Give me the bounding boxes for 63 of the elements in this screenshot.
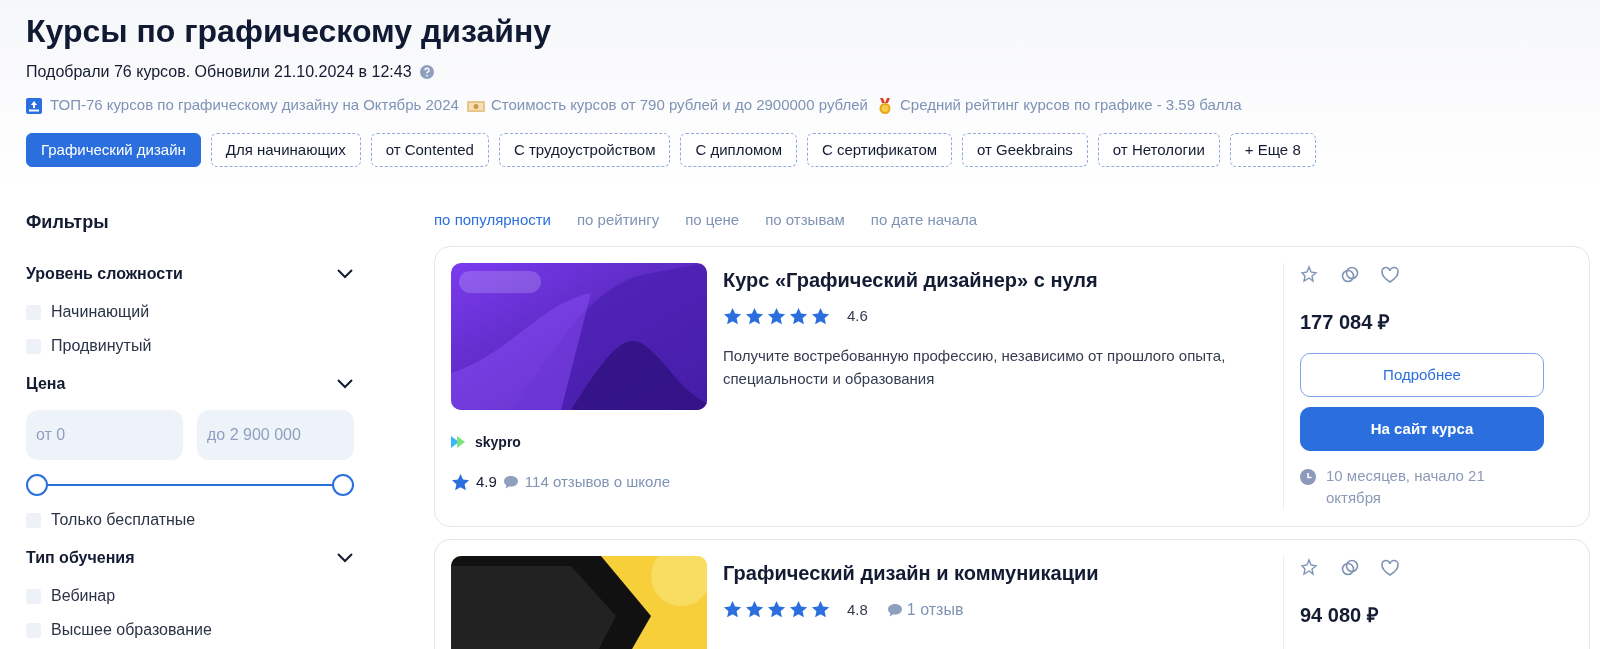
- filter-chip[interactable]: + Еще 8: [1229, 132, 1316, 168]
- price: 94 080 ₽: [1300, 602, 1380, 628]
- option-label: Вебинар: [51, 586, 116, 607]
- star-icon: [811, 600, 830, 620]
- option-label: Высшее образование: [51, 620, 212, 641]
- filter-chip[interactable]: от Geekbrains: [962, 132, 1088, 168]
- filter-chip[interactable]: С сертификатом: [806, 132, 953, 168]
- star-icon: [451, 472, 470, 492]
- course-title[interactable]: Графический дизайн и коммуникации: [723, 557, 1283, 588]
- section-title: Уровень сложности: [26, 264, 183, 285]
- price-field[interactable]: от 0: [26, 410, 183, 461]
- filter-chip[interactable]: С трудоустройством: [498, 132, 671, 168]
- sparkle-icon[interactable]: [1300, 557, 1320, 578]
- slider-handle[interactable]: [26, 474, 48, 497]
- rating-value: 4.6: [847, 305, 868, 326]
- heart-icon[interactable]: [1380, 557, 1400, 578]
- option-label: Продвинутый: [51, 336, 152, 357]
- highlight-text: Средний рейтинг курсов по графике - 3.59 балла: [899, 95, 1242, 116]
- filter-chip[interactable]: Для начинающих: [210, 132, 361, 168]
- course-duration: 10 месяцев, начало 21 октября: [1326, 465, 1486, 509]
- slider-handle[interactable]: [332, 474, 354, 497]
- highlight-text: ТОП-76 курсов по графическому дизайну на Октябрь 2024: [50, 95, 459, 116]
- filters-title: Фильтры: [26, 211, 110, 235]
- subtitle: Подобрали 76 курсов. Обновили 21.10.2024 в 12:43: [26, 62, 412, 83]
- help-icon[interactable]: [419, 65, 434, 80]
- school-rating: 4.9: [476, 471, 497, 492]
- star-icon: [745, 600, 764, 620]
- star-icon: [767, 306, 786, 326]
- price-field[interactable]: до 2 900 000: [197, 410, 354, 461]
- highlight-text: Стоимость курсов от 790 рублей и до 2900000 рублей: [490, 95, 868, 116]
- top-badge-icon: [26, 97, 44, 114]
- details-button[interactable]: Подробнее: [1300, 352, 1544, 397]
- star-icon: [723, 600, 742, 620]
- site-button[interactable]: На сайт курса: [1300, 406, 1544, 451]
- filter-chip[interactable]: Графический дизайн: [26, 132, 201, 168]
- page-title: Курсы по графическому дизайну: [26, 12, 553, 51]
- sort-link[interactable]: по популярности: [434, 209, 551, 232]
- rating-value: 4.8: [847, 599, 868, 620]
- star-icon: [745, 306, 764, 326]
- filter-chip[interactable]: от Contented: [370, 132, 489, 168]
- comment-icon: [502, 474, 519, 491]
- section-title: Цена: [26, 374, 66, 395]
- star-icon: [789, 306, 808, 326]
- compare-icon[interactable]: [1340, 557, 1360, 578]
- range-slider[interactable]: [26, 474, 354, 497]
- section-title: Тип обучения: [26, 548, 135, 569]
- course-title[interactable]: Курс «Графический дизайнер» с нуля: [723, 264, 1283, 295]
- option-label: Начинающий: [51, 302, 150, 323]
- option-label: Только бесплатные: [51, 510, 196, 531]
- sparkle-icon[interactable]: [1300, 264, 1320, 285]
- filter-chip[interactable]: от Нетологии: [1097, 132, 1220, 168]
- star-icon: [811, 306, 830, 326]
- compare-icon[interactable]: [1340, 264, 1360, 285]
- filter-chip[interactable]: С дипломом: [680, 132, 797, 168]
- heart-icon[interactable]: [1380, 264, 1400, 285]
- comment-icon: [886, 601, 903, 618]
- star-icon: [767, 600, 786, 620]
- star-icon: [789, 600, 808, 620]
- clock-icon: [1300, 468, 1316, 485]
- school-logo: skypro: [475, 432, 521, 452]
- star-icon: [723, 306, 742, 326]
- price: 177 084 ₽: [1300, 309, 1391, 335]
- course-description: Получите востребованную профессию, независимо от прошлого опыта, специальности и образования: [723, 346, 1227, 389]
